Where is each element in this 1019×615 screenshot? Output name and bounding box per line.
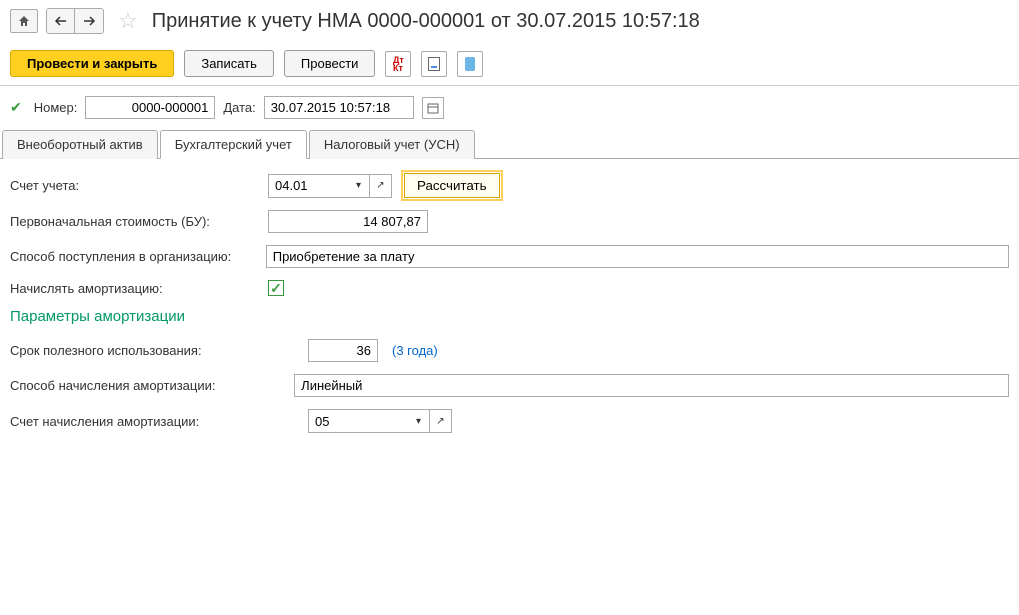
post-and-close-button[interactable]: Провести и закрыть	[10, 50, 174, 77]
number-label: Номер:	[34, 100, 78, 115]
amort-account-dropdown-icon[interactable]: ▾	[408, 409, 430, 433]
tab-fixed-asset[interactable]: Внеоборотный актив	[2, 130, 158, 159]
useful-life-input[interactable]	[308, 339, 378, 362]
calendar-icon[interactable]	[422, 97, 444, 119]
initial-cost-input[interactable]	[268, 210, 428, 233]
home-button[interactable]	[10, 9, 38, 33]
amort-account-label: Счет начисления амортизации:	[10, 414, 300, 429]
date-input[interactable]	[264, 96, 414, 119]
save-button[interactable]: Записать	[184, 50, 274, 77]
initial-cost-label: Первоначальная стоимость (БУ):	[10, 214, 260, 229]
amort-account-input[interactable]	[308, 409, 408, 433]
amort-params-title: Параметры амортизации	[10, 308, 1009, 325]
useful-life-label: Срок полезного использования:	[10, 343, 300, 358]
favorite-star-icon[interactable]: ☆	[118, 8, 138, 34]
account-input[interactable]	[268, 174, 348, 198]
tab-tax-usn[interactable]: Налоговый учет (УСН)	[309, 130, 475, 159]
amort-account-open-icon[interactable]: ↗	[430, 409, 452, 433]
page-title: Принятие к учету НМА 0000-000001 от 30.0…	[152, 10, 700, 33]
forward-button[interactable]	[75, 9, 103, 33]
posted-check-icon: ✔	[10, 99, 22, 116]
date-label: Дата:	[223, 100, 255, 115]
structure-icon[interactable]	[457, 51, 483, 77]
useful-life-hint: (3 года)	[392, 343, 438, 358]
calculate-button[interactable]: Рассчитать	[404, 173, 500, 198]
tab-accounting[interactable]: Бухгалтерский учет	[160, 130, 307, 159]
charge-amort-checkbox[interactable]: ✓	[268, 280, 284, 296]
amort-method-input[interactable]	[294, 374, 1009, 397]
number-input[interactable]	[85, 96, 215, 119]
post-button[interactable]: Провести	[284, 50, 376, 77]
report-icon[interactable]	[421, 51, 447, 77]
amort-method-label: Способ начисления амортизации:	[10, 378, 286, 393]
dt-kt-icon[interactable]: ДтКт	[385, 51, 411, 77]
receipt-method-input[interactable]	[266, 245, 1009, 268]
receipt-method-label: Способ поступления в организацию:	[10, 249, 258, 264]
account-dropdown-icon[interactable]: ▾	[348, 174, 370, 198]
charge-amort-label: Начислять амортизацию:	[10, 281, 260, 296]
account-open-icon[interactable]: ↗	[370, 174, 392, 198]
account-label: Счет учета:	[10, 178, 260, 193]
back-button[interactable]	[47, 9, 75, 33]
